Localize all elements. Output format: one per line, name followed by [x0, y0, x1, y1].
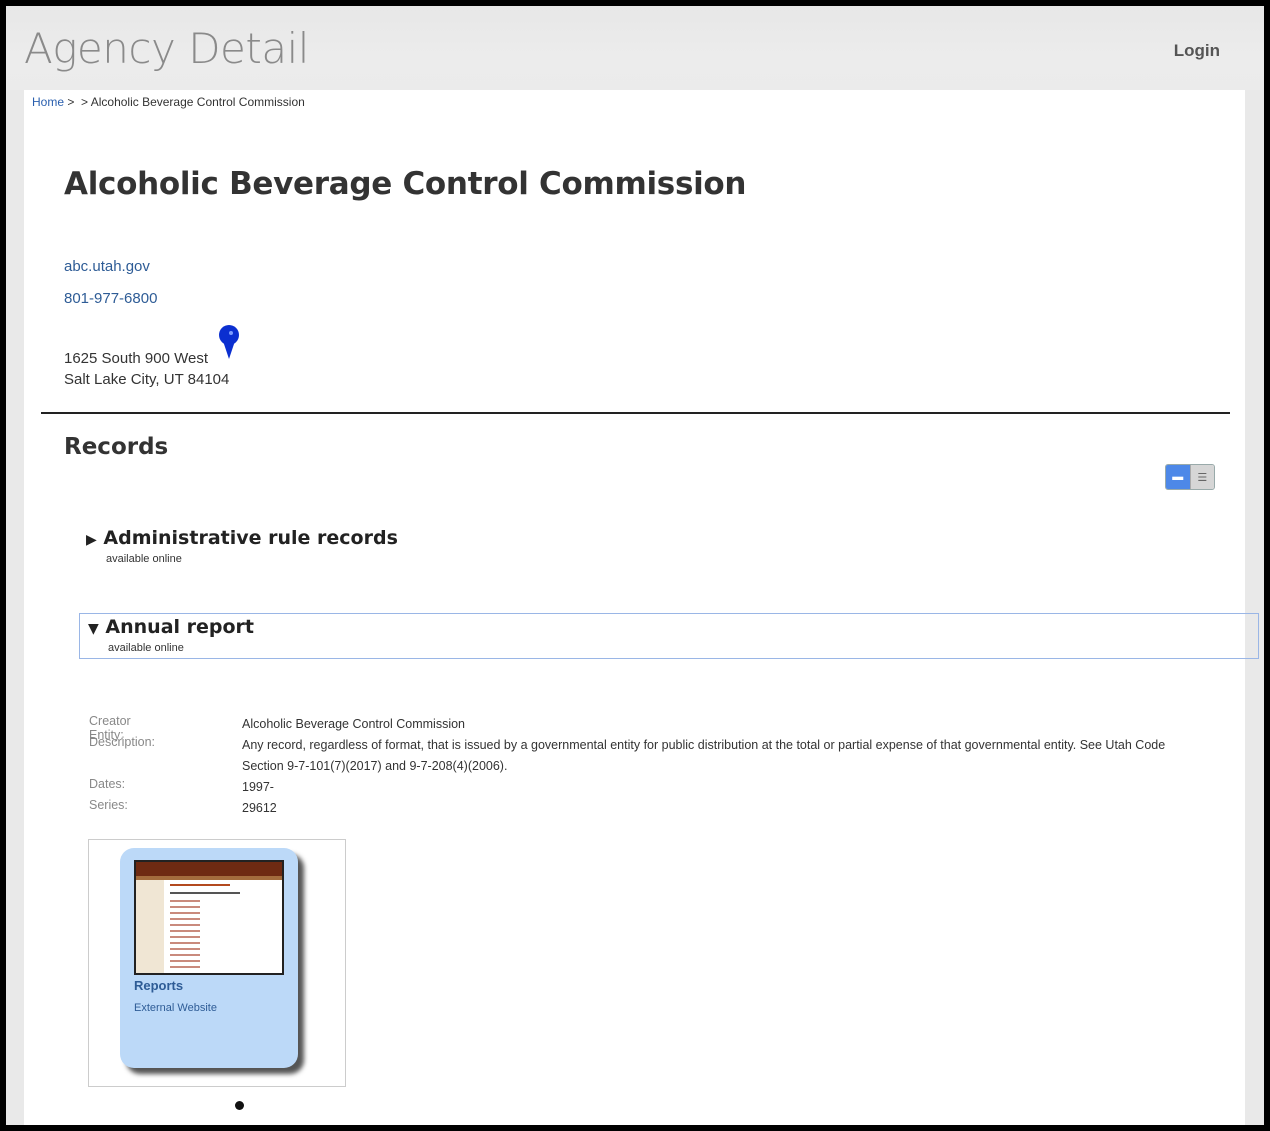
carousel: Reports External Website: [88, 839, 346, 1087]
agency-address: 1625 South 900 West Salt Lake City, UT 8…: [64, 348, 229, 390]
main-content: Home > > Alcoholic Beverage Control Comm…: [24, 90, 1259, 1125]
address-line-2: Salt Lake City, UT 84104: [64, 371, 230, 388]
accordion-item-note: available online: [106, 553, 182, 565]
card-subtitle[interactable]: External Website: [134, 1002, 217, 1014]
reports-card[interactable]: Reports External Website: [120, 848, 298, 1068]
description-label: Description:: [89, 735, 155, 749]
description-value: Any record, regardless of format, that i…: [242, 738, 1166, 773]
dates-value: 1997-: [242, 780, 274, 794]
view-toggle[interactable]: ▬ ☰: [1165, 464, 1215, 490]
map-pin-icon[interactable]: [218, 325, 240, 361]
card-title[interactable]: Reports: [134, 978, 183, 993]
login-link[interactable]: Login: [1174, 41, 1220, 61]
series-value: 29612: [242, 801, 277, 815]
breadcrumb-current: > Alcoholic Beverage Control Commission: [81, 95, 305, 109]
grid-view-icon[interactable]: ▬: [1166, 465, 1190, 489]
dates-label: Dates:: [89, 777, 126, 791]
accordion-item-label[interactable]: Annual report: [105, 616, 254, 638]
accordion-item-annual-report[interactable]: ▼ Annual report available online: [79, 613, 1259, 659]
accordion-item-note: available online: [108, 642, 184, 654]
agency-phone-link[interactable]: 801-977-6800: [64, 290, 157, 307]
triangle-down-icon: ▼: [88, 621, 99, 637]
carousel-indicator-dot[interactable]: [235, 1101, 244, 1110]
accordion-item-administrative-rule-records[interactable]: ▶ Administrative rule records available …: [86, 527, 398, 565]
address-line-1: 1625 South 900 West: [64, 350, 208, 367]
website-thumbnail: [134, 860, 284, 975]
series-label: Series:: [89, 798, 128, 812]
page-header: Agency Detail Login: [6, 6, 1264, 90]
browser-frame: Agency Detail Login Home > > Alcoholic B…: [6, 6, 1264, 1125]
breadcrumb: Home > > Alcoholic Beverage Control Comm…: [32, 95, 305, 109]
list-view-icon[interactable]: ☰: [1189, 465, 1214, 489]
page-title: Agency Detail: [24, 24, 309, 73]
triangle-right-icon: ▶: [86, 532, 97, 548]
section-divider: [41, 412, 1230, 414]
records-heading: Records: [64, 434, 169, 460]
breadcrumb-home-link[interactable]: Home: [32, 95, 64, 109]
accordion-item-label[interactable]: Administrative rule records: [103, 527, 397, 549]
agency-name: Alcoholic Beverage Control Commission: [64, 166, 747, 202]
creator-value: Alcoholic Beverage Control Commission: [242, 717, 466, 731]
breadcrumb-separator: >: [67, 95, 75, 109]
agency-website-link[interactable]: abc.utah.gov: [64, 258, 150, 275]
